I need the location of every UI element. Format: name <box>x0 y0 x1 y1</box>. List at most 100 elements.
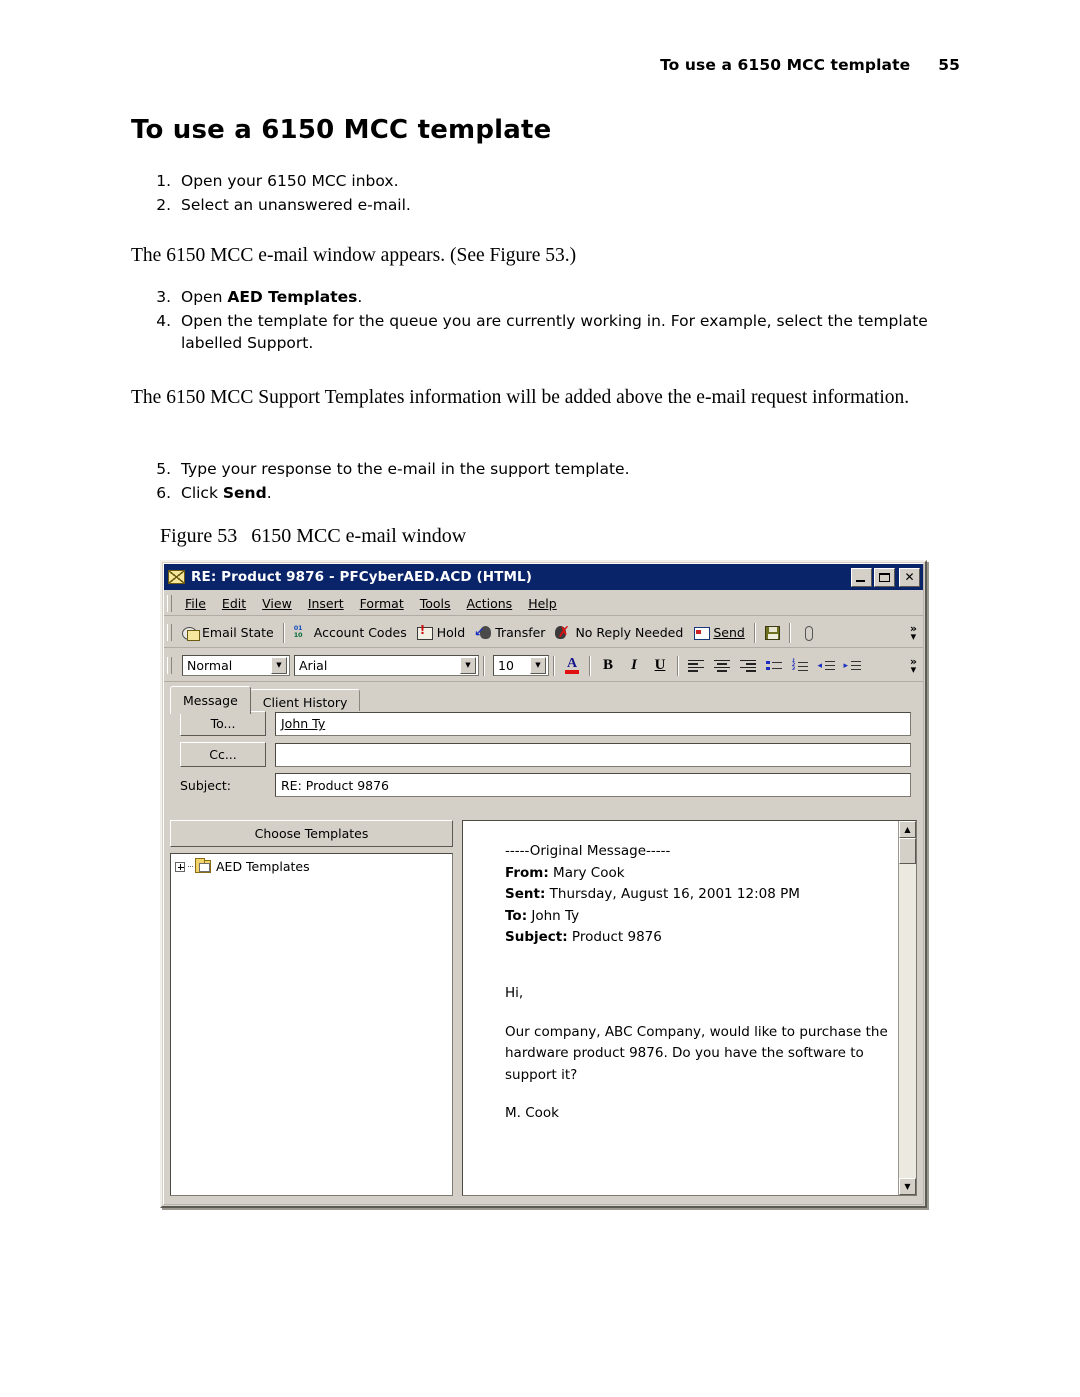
tab-message[interactable]: Message <box>170 686 251 714</box>
scrollbar-thumb[interactable] <box>899 838 916 864</box>
scroll-up-button[interactable]: ▲ <box>899 821 916 838</box>
style-select[interactable]: Normal ▼ <box>182 655 290 676</box>
list-item-text-pre: Open <box>181 288 228 306</box>
format-separator <box>483 655 485 676</box>
toolbar-separator <box>753 622 756 643</box>
hold-button[interactable]: Hold <box>412 623 470 642</box>
account-codes-button[interactable]: 01 10 Account Codes <box>289 623 412 642</box>
save-icon <box>764 625 780 640</box>
list-item-text: Open the template for the queue you are … <box>181 312 928 352</box>
message-subject-value: Product 9876 <box>567 929 662 946</box>
font-family-select[interactable]: Arial ▼ <box>294 655 479 676</box>
tree-item-aed-templates[interactable]: AED Templates <box>175 858 448 874</box>
send-button[interactable]: Send <box>688 623 749 642</box>
font-size-select[interactable]: 10 ▼ <box>493 655 549 676</box>
subject-input[interactable]: RE: Product 9876 <box>275 773 911 797</box>
expand-icon[interactable] <box>175 861 185 872</box>
toolbar-grip[interactable] <box>167 624 172 641</box>
subject-row: Subject: RE: Product 9876 <box>166 773 921 797</box>
running-header-title: To use a 6150 MCC template <box>660 56 911 74</box>
increase-indent-button[interactable]: ▸ <box>839 654 865 678</box>
menubar: File Edit View Insert Format Tools Actio… <box>164 592 923 616</box>
scrollbar-track[interactable] <box>899 838 916 1178</box>
format-overflow-button[interactable]: » ▾ <box>906 656 921 676</box>
tab-message-label: Message <box>183 693 238 708</box>
italic-button[interactable]: I <box>621 654 647 678</box>
bold-button[interactable]: B <box>595 654 621 678</box>
to-button[interactable]: To... <box>180 711 266 736</box>
menu-insert[interactable]: Insert <box>300 594 352 613</box>
attach-button[interactable] <box>795 623 825 642</box>
send-icon <box>693 625 711 640</box>
procedure-list-1: 1. Open your 6150 MCC inbox. 2. Select a… <box>155 170 975 218</box>
maximize-button[interactable] <box>874 567 895 587</box>
list-item-number: 2. <box>156 196 171 214</box>
message-body-text[interactable]: -----Original Message----- From: Mary Co… <box>463 821 898 1195</box>
bulleted-list-button[interactable] <box>761 654 787 678</box>
choose-templates-button[interactable]: Choose Templates <box>170 820 453 847</box>
transfer-button[interactable]: Transfer <box>470 623 550 642</box>
align-right-icon <box>740 659 756 672</box>
list-item-number: 1. <box>156 172 171 190</box>
scroll-down-button[interactable]: ▼ <box>899 1178 916 1195</box>
save-button[interactable] <box>760 624 785 642</box>
message-from-label: From: <box>505 864 549 881</box>
chevron-down-icon: ▾ <box>910 662 917 676</box>
menubar-grip[interactable] <box>167 595 172 612</box>
list-item-number: 3. <box>156 288 171 306</box>
menu-actions[interactable]: Actions <box>459 594 521 613</box>
maximize-icon <box>879 572 890 582</box>
transfer-label: Transfer <box>495 625 546 640</box>
menu-edit[interactable]: Edit <box>214 594 254 613</box>
align-left-button[interactable] <box>683 654 709 678</box>
figure-caption: Figure 53 6150 MCC e-mail window <box>160 525 466 548</box>
menu-view[interactable]: View <box>254 594 300 613</box>
align-center-button[interactable] <box>709 654 735 678</box>
figure-caption-text: 6150 MCC e-mail window <box>251 525 467 547</box>
choose-templates-label: Choose Templates <box>254 826 369 841</box>
align-right-button[interactable] <box>735 654 761 678</box>
chevron-down-icon[interactable]: ▼ <box>460 657 476 674</box>
message-body-pane[interactable]: -----Original Message----- From: Mary Co… <box>462 820 917 1196</box>
email-state-button[interactable]: Email State <box>177 623 279 642</box>
decrease-indent-button[interactable]: ◂ <box>813 654 839 678</box>
cc-button[interactable]: Cc... <box>180 742 266 767</box>
to-button-label: To... <box>210 716 236 731</box>
decrease-indent-icon: ◂ <box>818 660 835 672</box>
format-separator <box>589 655 591 676</box>
minimize-icon <box>856 579 865 582</box>
no-reply-needed-button[interactable]: No Reply Needed <box>550 623 688 642</box>
message-scrollbar[interactable]: ▲ ▼ <box>898 821 916 1195</box>
menu-tools[interactable]: Tools <box>412 594 459 613</box>
message-to-label: To: <box>505 907 528 924</box>
list-item: 3. Open AED Templates. <box>155 286 985 308</box>
window-titlebar[interactable]: RE: Product 9876 - PFCyberAED.ACD (HTML)… <box>164 564 923 590</box>
send-label: Send <box>713 625 745 640</box>
minimize-button[interactable] <box>851 567 872 587</box>
templates-tree[interactable]: AED Templates <box>170 853 453 1196</box>
cc-row: Cc... <box>166 742 921 767</box>
format-toolbar-grip[interactable] <box>167 657 172 674</box>
chevron-down-icon: ▾ <box>910 629 917 643</box>
close-button[interactable]: ✕ <box>899 567 920 587</box>
list-item-text: Type your response to the e-mail in the … <box>181 460 630 478</box>
chevron-down-icon[interactable]: ▼ <box>530 657 546 674</box>
chevron-down-icon[interactable]: ▼ <box>271 657 287 674</box>
hold-icon <box>416 623 433 640</box>
menu-view-label: View <box>262 596 292 611</box>
font-size-value: 10 <box>498 658 514 673</box>
procedure-list-3: 5. Type your response to the e-mail in t… <box>155 458 985 506</box>
cc-input[interactable] <box>275 742 911 767</box>
email-state-icon <box>182 625 200 641</box>
paragraph-window-appears: The 6150 MCC e-mail window appears. (See… <box>131 245 577 266</box>
underline-button[interactable]: U <box>647 654 673 678</box>
toolbar-overflow-button[interactable]: » ▾ <box>906 623 921 643</box>
font-color-swatch <box>565 670 579 674</box>
menu-help[interactable]: Help <box>520 594 565 613</box>
menu-file[interactable]: File <box>177 594 214 613</box>
menu-format[interactable]: Format <box>352 594 412 613</box>
font-color-button[interactable]: A <box>559 654 585 678</box>
to-input[interactable]: John Ty <box>275 711 911 736</box>
numbered-list-button[interactable]: 1 2 3 <box>787 654 813 678</box>
align-center-icon <box>714 659 730 672</box>
